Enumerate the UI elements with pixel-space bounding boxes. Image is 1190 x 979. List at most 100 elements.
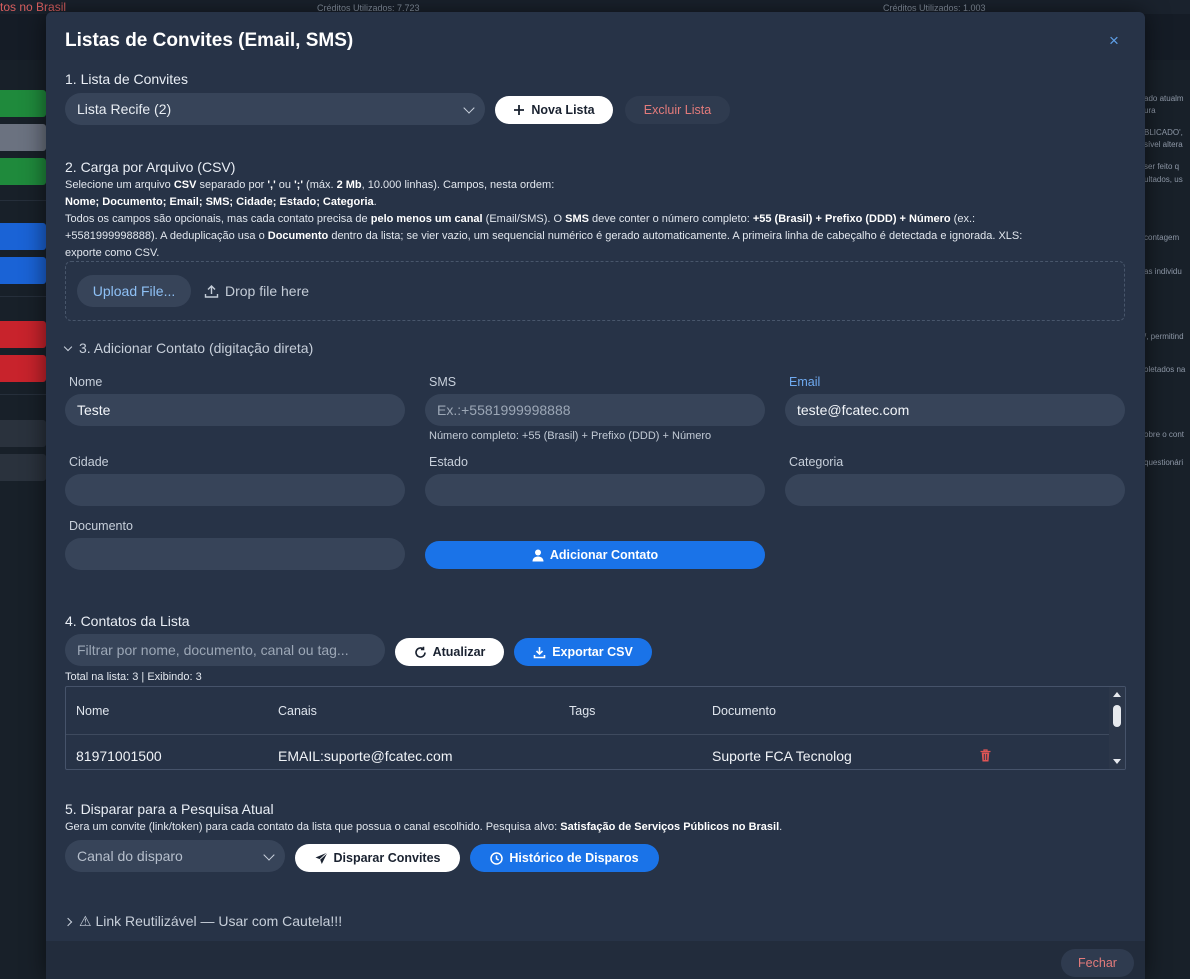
csv-dropzone[interactable]: Upload File... Drop file here [65, 261, 1125, 321]
csv-instructions-line-1: Selecione um arquivo CSV separado por ',… [65, 179, 555, 191]
background-divider [0, 394, 46, 395]
background-snippet: sível altera [1144, 140, 1183, 149]
send-invites-label: Disparar Convites [333, 851, 441, 865]
nome-label: Nome [69, 375, 103, 389]
add-contact-button[interactable]: Adicionar Contato [425, 541, 765, 569]
background-right-panel: ado atualm ura BLICADO', sível altera se… [1144, 60, 1190, 979]
new-list-button[interactable]: Nova Lista [495, 96, 613, 124]
export-csv-button[interactable]: Exportar CSV [514, 638, 652, 666]
refresh-button[interactable]: Atualizar [395, 638, 504, 666]
dispatch-description: Gera um convite (link/token) para cada c… [65, 821, 783, 833]
modal-title: Listas de Convites (Email, SMS) [65, 30, 354, 51]
sms-label: SMS [429, 375, 457, 389]
row-canais: EMAIL:suporte@fcatec.com [278, 748, 453, 764]
background-snippet: ultados, us [1144, 175, 1183, 184]
email-input[interactable]: teste@fcatec.com [785, 394, 1125, 426]
modal-footer: Fechar [46, 941, 1145, 979]
csv-instructions: Selecione um arquivo CSV separado por ',… [65, 177, 1125, 262]
new-list-label: Nova Lista [531, 103, 595, 117]
csv-instructions-line-4: +5581999998888). A deduplicação usa o Do… [65, 230, 1023, 242]
contacts-filter-input[interactable]: Filtrar por nome, documento, canal ou ta… [65, 634, 385, 666]
estado-input[interactable] [425, 474, 765, 506]
section-add-contact-toggle[interactable]: 3. Adicionar Contato (digitação direta) [63, 340, 314, 356]
section-add-contact-heading: 3. Adicionar Contato (digitação direta) [79, 340, 314, 356]
chevron-right-icon [63, 917, 73, 927]
table-scrollbar[interactable] [1109, 687, 1125, 769]
background-bar [0, 158, 46, 185]
dispatch-history-label: Histórico de Disparos [509, 851, 639, 865]
clock-icon [490, 851, 504, 865]
cidade-input[interactable] [65, 474, 405, 506]
documento-input[interactable] [65, 538, 405, 570]
section-invite-list-heading: 1. Lista de Convites [65, 71, 188, 87]
drop-file-hint: Drop file here [204, 283, 309, 299]
download-icon [533, 646, 546, 658]
background-left-panel [0, 60, 46, 979]
send-invites-button[interactable]: Disparar Convites [295, 844, 460, 872]
categoria-label: Categoria [789, 455, 844, 469]
close-icon[interactable]: × [1109, 31, 1119, 51]
upload-icon [204, 284, 219, 298]
close-button[interactable]: Fechar [1061, 949, 1134, 977]
refresh-label: Atualizar [432, 645, 486, 659]
scroll-up-icon[interactable] [1113, 692, 1121, 697]
nome-input[interactable]: Teste [65, 394, 405, 426]
table-header-divider [66, 734, 1109, 735]
column-header-tags[interactable]: Tags [569, 704, 595, 718]
chevron-down-icon [263, 849, 275, 861]
row-nome: 81971001500 [76, 748, 162, 764]
background-bar [0, 90, 46, 117]
invite-list-selected-value: Lista Recife (2) [77, 101, 172, 117]
scroll-down-icon[interactable] [1113, 759, 1121, 764]
scroll-thumb[interactable] [1113, 705, 1121, 727]
background-snippet: BLICADO', [1144, 128, 1183, 137]
background-divider [0, 296, 46, 297]
background-snippet: ura [1144, 106, 1156, 115]
section-reusable-link-toggle[interactable]: ⚠ Link Reutilizável — Usar com Cautela!!… [63, 913, 342, 930]
plus-icon [514, 105, 525, 115]
email-label: Email [789, 375, 821, 389]
dispatch-history-button[interactable]: Histórico de Disparos [470, 844, 659, 872]
sms-input[interactable]: Ex.:+5581999998888 [425, 394, 765, 426]
refresh-icon [414, 646, 426, 658]
section-contacts-heading: 4. Contatos da Lista [65, 613, 190, 629]
background-snippet: contagem [1144, 233, 1180, 242]
dispatch-channel-select[interactable]: Canal do disparo [65, 840, 285, 872]
invite-list-select[interactable]: Lista Recife (2) [65, 93, 485, 125]
section-csv-heading: 2. Carga por Arquivo (CSV) [65, 159, 236, 175]
trash-icon[interactable] [980, 749, 991, 762]
background-bar [0, 124, 46, 151]
export-csv-label: Exportar CSV [552, 645, 633, 659]
row-documento: Suporte FCA Tecnolog [712, 748, 852, 764]
csv-instructions-line-3: Todos os campos são opcionais, mas cada … [65, 213, 976, 225]
chevron-down-icon [63, 342, 73, 352]
add-contact-label: Adicionar Contato [549, 548, 659, 562]
background-bar [0, 420, 46, 447]
estado-label: Estado [429, 455, 468, 469]
sms-hint: Número completo: +55 (Brasil) + Prefixo … [429, 430, 712, 442]
delete-list-button[interactable]: Excluir Lista [625, 96, 730, 124]
background-bar [0, 454, 46, 481]
drop-file-label: Drop file here [225, 283, 310, 299]
background-snippet: ser feito q [1144, 162, 1180, 171]
background-bar [0, 355, 46, 382]
background-bar [0, 257, 46, 284]
background-snippet: ado atualm [1144, 94, 1184, 103]
column-header-documento[interactable]: Documento [712, 704, 776, 718]
upload-file-button[interactable]: Upload File... [77, 275, 191, 307]
column-header-canais[interactable]: Canais [278, 704, 317, 718]
csv-instructions-line-5: exporte como CSV. [65, 247, 160, 259]
contacts-table: Nome Canais Tags Documento 81971001500 E… [65, 686, 1126, 770]
invite-lists-modal: Listas de Convites (Email, SMS) × 1. Lis… [46, 12, 1145, 979]
background-bar [0, 321, 46, 348]
background-snippet: as individu [1144, 267, 1182, 276]
categoria-input[interactable] [785, 474, 1125, 506]
column-header-nome[interactable]: Nome [76, 704, 109, 718]
background-snippet: obre o cont [1144, 430, 1185, 439]
background-snippet: questionári [1144, 458, 1184, 467]
csv-instructions-line-2: Nome; Documento; Email; SMS; Cidade; Est… [65, 196, 377, 208]
dispatch-channel-placeholder: Canal do disparo [77, 848, 183, 864]
chevron-down-icon [463, 102, 475, 114]
cidade-label: Cidade [69, 455, 109, 469]
contacts-totals: Total na lista: 3 | Exibindo: 3 [65, 671, 202, 683]
